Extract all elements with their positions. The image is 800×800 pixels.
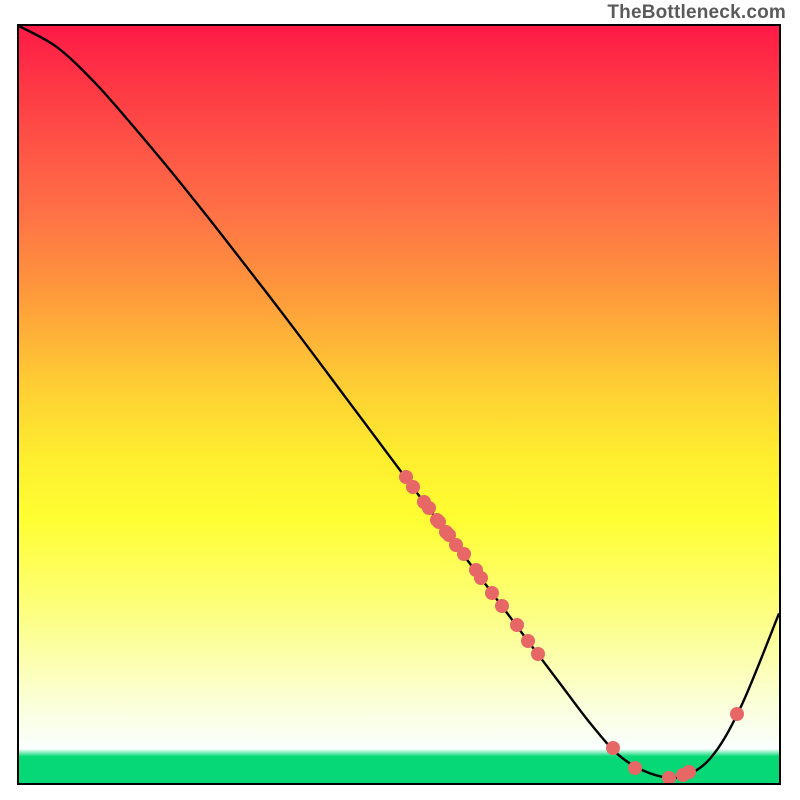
data-point bbox=[406, 480, 420, 494]
data-point bbox=[457, 547, 471, 561]
data-point bbox=[531, 647, 545, 661]
data-point bbox=[510, 618, 524, 632]
bottleneck-curve bbox=[19, 26, 779, 778]
plot-frame bbox=[17, 24, 781, 785]
data-point bbox=[474, 571, 488, 585]
data-point bbox=[521, 634, 535, 648]
chart-canvas: TheBottleneck.com bbox=[0, 0, 800, 800]
attribution-text: TheBottleneck.com bbox=[607, 2, 786, 24]
data-point bbox=[682, 765, 696, 779]
data-point bbox=[662, 771, 676, 785]
data-point bbox=[628, 761, 642, 775]
data-point bbox=[606, 741, 620, 755]
curve-svg bbox=[19, 26, 779, 783]
